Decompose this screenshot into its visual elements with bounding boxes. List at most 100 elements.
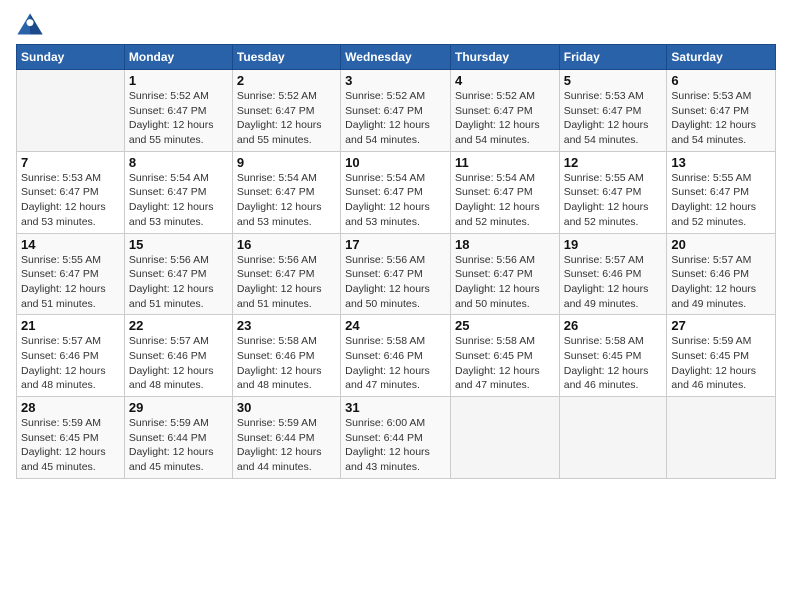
day-number: 13 [671,155,771,170]
calendar-cell: 24Sunrise: 5:58 AM Sunset: 6:46 PM Dayli… [341,315,451,397]
calendar-cell: 25Sunrise: 5:58 AM Sunset: 6:45 PM Dayli… [450,315,559,397]
calendar-cell: 4Sunrise: 5:52 AM Sunset: 6:47 PM Daylig… [450,70,559,152]
day-number: 3 [345,73,446,88]
calendar-cell: 11Sunrise: 5:54 AM Sunset: 6:47 PM Dayli… [450,151,559,233]
day-number: 29 [129,400,228,415]
day-number: 21 [21,318,120,333]
calendar-cell: 22Sunrise: 5:57 AM Sunset: 6:46 PM Dayli… [124,315,232,397]
day-info: Sunrise: 5:59 AM Sunset: 6:44 PM Dayligh… [129,416,228,475]
calendar-cell: 28Sunrise: 5:59 AM Sunset: 6:45 PM Dayli… [17,397,125,479]
calendar-cell: 15Sunrise: 5:56 AM Sunset: 6:47 PM Dayli… [124,233,232,315]
calendar-week-row: 14Sunrise: 5:55 AM Sunset: 6:47 PM Dayli… [17,233,776,315]
calendar-header-thursday: Thursday [450,45,559,70]
day-info: Sunrise: 5:57 AM Sunset: 6:46 PM Dayligh… [21,334,120,393]
general-blue-logo-icon [16,10,44,38]
calendar-cell: 13Sunrise: 5:55 AM Sunset: 6:47 PM Dayli… [667,151,776,233]
day-number: 4 [455,73,555,88]
calendar-cell: 14Sunrise: 5:55 AM Sunset: 6:47 PM Dayli… [17,233,125,315]
calendar-cell: 26Sunrise: 5:58 AM Sunset: 6:45 PM Dayli… [559,315,667,397]
day-number: 7 [21,155,120,170]
day-info: Sunrise: 5:56 AM Sunset: 6:47 PM Dayligh… [129,253,228,312]
day-number: 19 [564,237,663,252]
header [16,10,776,38]
calendar-week-row: 1Sunrise: 5:52 AM Sunset: 6:47 PM Daylig… [17,70,776,152]
day-info: Sunrise: 5:58 AM Sunset: 6:46 PM Dayligh… [345,334,446,393]
calendar-header-saturday: Saturday [667,45,776,70]
day-number: 23 [237,318,336,333]
day-number: 27 [671,318,771,333]
day-number: 11 [455,155,555,170]
day-info: Sunrise: 5:54 AM Sunset: 6:47 PM Dayligh… [455,171,555,230]
calendar-week-row: 28Sunrise: 5:59 AM Sunset: 6:45 PM Dayli… [17,397,776,479]
day-info: Sunrise: 5:55 AM Sunset: 6:47 PM Dayligh… [564,171,663,230]
day-info: Sunrise: 5:57 AM Sunset: 6:46 PM Dayligh… [671,253,771,312]
day-number: 8 [129,155,228,170]
calendar-cell: 19Sunrise: 5:57 AM Sunset: 6:46 PM Dayli… [559,233,667,315]
calendar-header-monday: Monday [124,45,232,70]
main-container: SundayMondayTuesdayWednesdayThursdayFrid… [0,0,792,489]
calendar-header-row: SundayMondayTuesdayWednesdayThursdayFrid… [17,45,776,70]
day-number: 20 [671,237,771,252]
calendar-cell: 16Sunrise: 5:56 AM Sunset: 6:47 PM Dayli… [232,233,340,315]
day-info: Sunrise: 5:52 AM Sunset: 6:47 PM Dayligh… [237,89,336,148]
day-info: Sunrise: 5:53 AM Sunset: 6:47 PM Dayligh… [21,171,120,230]
calendar-cell: 5Sunrise: 5:53 AM Sunset: 6:47 PM Daylig… [559,70,667,152]
day-number: 22 [129,318,228,333]
calendar-cell: 8Sunrise: 5:54 AM Sunset: 6:47 PM Daylig… [124,151,232,233]
calendar-cell: 6Sunrise: 5:53 AM Sunset: 6:47 PM Daylig… [667,70,776,152]
calendar-cell [450,397,559,479]
day-number: 26 [564,318,663,333]
day-number: 31 [345,400,446,415]
day-number: 6 [671,73,771,88]
day-number: 16 [237,237,336,252]
calendar-cell: 9Sunrise: 5:54 AM Sunset: 6:47 PM Daylig… [232,151,340,233]
calendar-body: 1Sunrise: 5:52 AM Sunset: 6:47 PM Daylig… [17,70,776,479]
calendar-cell: 29Sunrise: 5:59 AM Sunset: 6:44 PM Dayli… [124,397,232,479]
day-info: Sunrise: 5:56 AM Sunset: 6:47 PM Dayligh… [237,253,336,312]
day-number: 14 [21,237,120,252]
day-info: Sunrise: 5:57 AM Sunset: 6:46 PM Dayligh… [564,253,663,312]
day-info: Sunrise: 5:53 AM Sunset: 6:47 PM Dayligh… [671,89,771,148]
day-info: Sunrise: 5:59 AM Sunset: 6:44 PM Dayligh… [237,416,336,475]
day-number: 1 [129,73,228,88]
calendar-cell: 10Sunrise: 5:54 AM Sunset: 6:47 PM Dayli… [341,151,451,233]
calendar-cell: 31Sunrise: 6:00 AM Sunset: 6:44 PM Dayli… [341,397,451,479]
calendar-cell: 1Sunrise: 5:52 AM Sunset: 6:47 PM Daylig… [124,70,232,152]
logo [16,10,48,38]
day-number: 28 [21,400,120,415]
day-number: 9 [237,155,336,170]
calendar-cell [559,397,667,479]
day-info: Sunrise: 5:55 AM Sunset: 6:47 PM Dayligh… [21,253,120,312]
day-info: Sunrise: 5:52 AM Sunset: 6:47 PM Dayligh… [455,89,555,148]
day-info: Sunrise: 5:52 AM Sunset: 6:47 PM Dayligh… [129,89,228,148]
calendar-cell: 23Sunrise: 5:58 AM Sunset: 6:46 PM Dayli… [232,315,340,397]
calendar-cell: 27Sunrise: 5:59 AM Sunset: 6:45 PM Dayli… [667,315,776,397]
day-number: 15 [129,237,228,252]
day-number: 25 [455,318,555,333]
calendar-header-wednesday: Wednesday [341,45,451,70]
day-number: 17 [345,237,446,252]
calendar-cell: 18Sunrise: 5:56 AM Sunset: 6:47 PM Dayli… [450,233,559,315]
day-info: Sunrise: 5:56 AM Sunset: 6:47 PM Dayligh… [455,253,555,312]
day-info: Sunrise: 5:59 AM Sunset: 6:45 PM Dayligh… [671,334,771,393]
day-number: 12 [564,155,663,170]
calendar-cell: 12Sunrise: 5:55 AM Sunset: 6:47 PM Dayli… [559,151,667,233]
day-info: Sunrise: 5:53 AM Sunset: 6:47 PM Dayligh… [564,89,663,148]
calendar-header-sunday: Sunday [17,45,125,70]
calendar-cell: 21Sunrise: 5:57 AM Sunset: 6:46 PM Dayli… [17,315,125,397]
calendar-header-tuesday: Tuesday [232,45,340,70]
day-info: Sunrise: 6:00 AM Sunset: 6:44 PM Dayligh… [345,416,446,475]
calendar-cell [667,397,776,479]
calendar-table: SundayMondayTuesdayWednesdayThursdayFrid… [16,44,776,479]
day-number: 24 [345,318,446,333]
day-number: 10 [345,155,446,170]
day-number: 30 [237,400,336,415]
calendar-header-friday: Friday [559,45,667,70]
day-info: Sunrise: 5:57 AM Sunset: 6:46 PM Dayligh… [129,334,228,393]
calendar-week-row: 21Sunrise: 5:57 AM Sunset: 6:46 PM Dayli… [17,315,776,397]
calendar-cell: 20Sunrise: 5:57 AM Sunset: 6:46 PM Dayli… [667,233,776,315]
day-info: Sunrise: 5:54 AM Sunset: 6:47 PM Dayligh… [237,171,336,230]
calendar-cell: 17Sunrise: 5:56 AM Sunset: 6:47 PM Dayli… [341,233,451,315]
day-number: 18 [455,237,555,252]
calendar-cell: 2Sunrise: 5:52 AM Sunset: 6:47 PM Daylig… [232,70,340,152]
